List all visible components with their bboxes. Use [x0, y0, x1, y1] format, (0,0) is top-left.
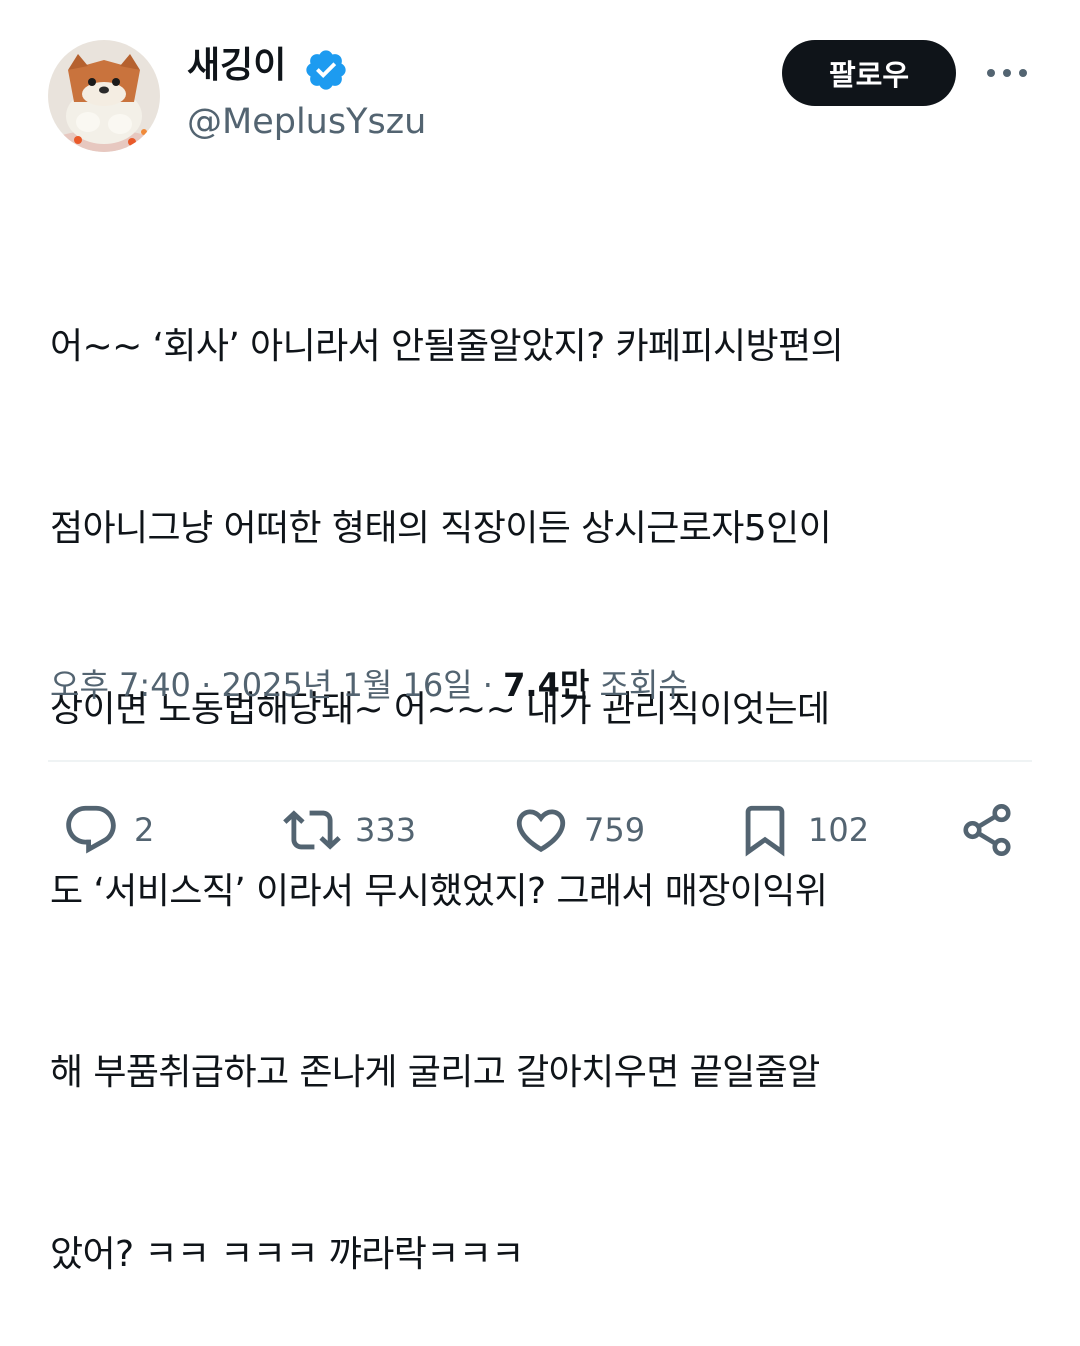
bookmark-icon: [745, 805, 785, 857]
tweet-time[interactable]: 오후 7:40: [50, 666, 191, 704]
retweet-button[interactable]: 333: [283, 800, 416, 860]
retweet-count: 333: [355, 811, 417, 849]
tweet-line: 도 ‘서비스직’ 이라서 무시했었지? 그래서 매장이익위: [50, 870, 828, 912]
display-name[interactable]: 새깅이: [187, 44, 286, 88]
views-label: 조회수: [599, 666, 688, 704]
tweet-date[interactable]: 2025년 1월 16일: [221, 666, 472, 704]
bookmark-count: 102: [808, 811, 870, 849]
tweet-line: 어~~ ‘회사’ 아니라서 안될줄알았지? 카페피시방편의: [50, 326, 844, 367]
follow-button[interactable]: 팔로우: [782, 40, 956, 106]
tweet-text: 어~~ ‘회사’ 아니라서 안될줄알았지? 카페피시방편의 점아니그냥 어떠한 …: [50, 196, 1050, 1346]
bookmark-button[interactable]: 102: [736, 800, 869, 860]
views-count: 7.4만: [503, 666, 590, 704]
meta-separator: ·: [472, 666, 504, 704]
tweet-meta: 오후 7:40 · 2025년 1월 16일 · 7.4만 조회수: [50, 660, 688, 710]
reply-button[interactable]: 2: [62, 800, 154, 860]
meta-separator: ·: [190, 666, 222, 704]
heart-icon: [516, 809, 566, 853]
share-button[interactable]: [958, 800, 1016, 860]
tweet-line: 점아니그냥 어떠한 형태의 직장이든 상시근로자5인이: [50, 507, 832, 549]
share-icon: [963, 804, 1011, 856]
avatar[interactable]: [48, 40, 160, 152]
plush-toy-avatar: [48, 40, 160, 152]
reply-count: 2: [134, 811, 155, 849]
tweet-line: 해 부품취급하고 존나게 굴리고 갈아치우면 끝일줄알: [50, 1052, 820, 1093]
user-handle[interactable]: @MeplusYszu: [187, 100, 426, 144]
reply-icon: [66, 805, 116, 854]
like-button[interactable]: 759: [512, 800, 645, 860]
more-icon[interactable]: [982, 56, 1032, 90]
tweet-line: 았어? ㅋㅋ ㅋㅋㅋ 꺄라락ㅋㅋㅋ: [50, 1233, 524, 1275]
verified-badge-icon: [306, 50, 346, 90]
retweet-icon: [283, 810, 341, 850]
divider: [48, 760, 1032, 762]
like-count: 759: [584, 811, 646, 849]
